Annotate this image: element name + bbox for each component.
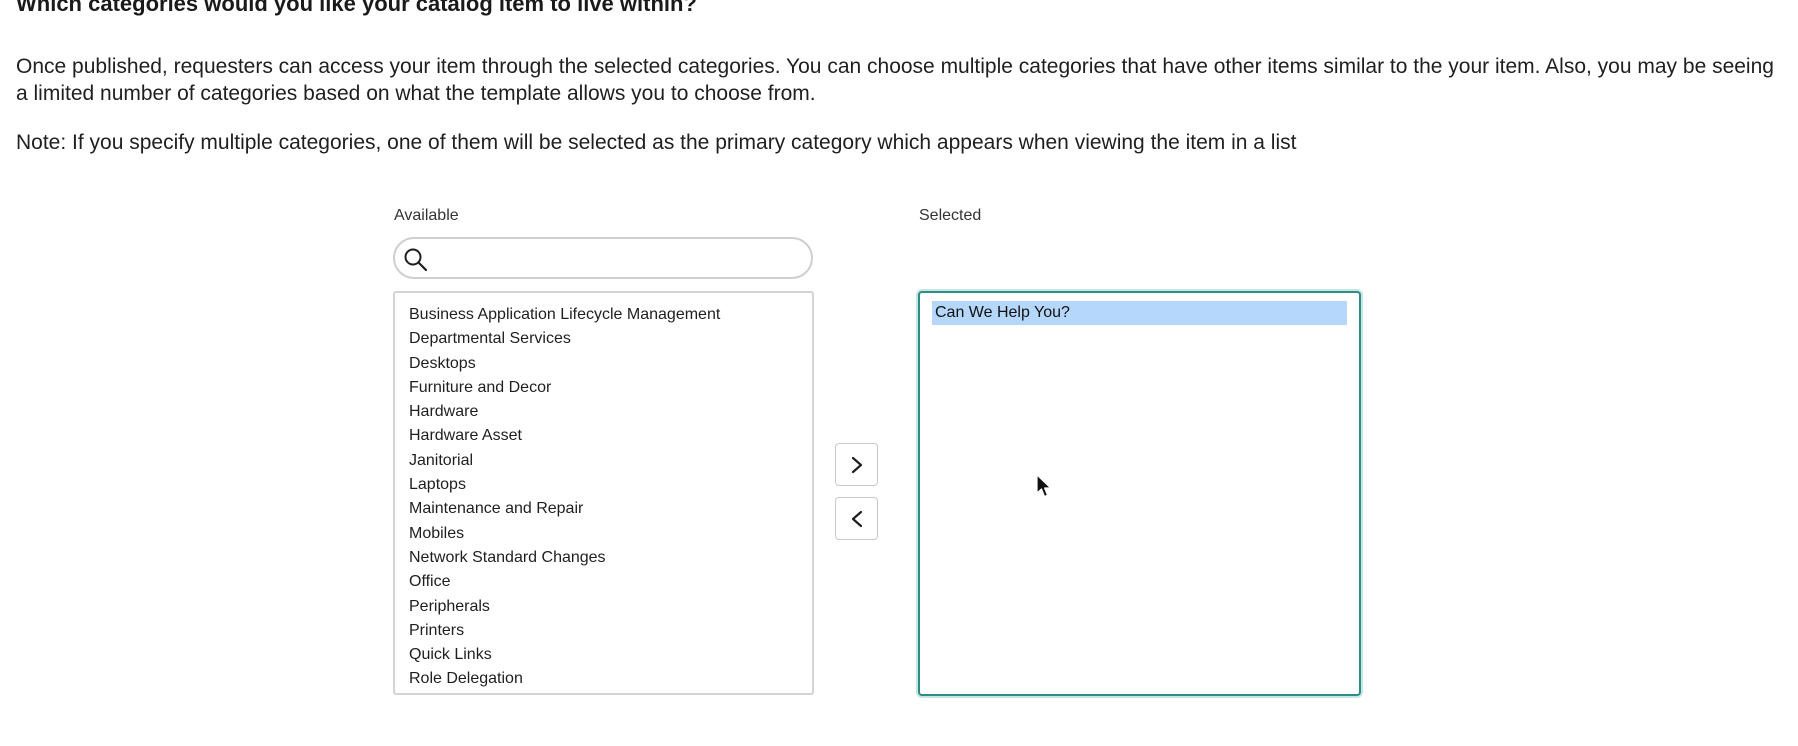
- mouse-pointer-icon: [1036, 474, 1052, 498]
- available-item-printers[interactable]: Printers: [409, 619, 812, 643]
- available-item-peripherals[interactable]: Peripherals: [409, 595, 812, 619]
- selected-item-can-we-help-you[interactable]: Can We Help You?: [932, 301, 1347, 325]
- search-icon: [403, 247, 429, 273]
- available-item-business-application-lifecycle-management[interactable]: Business Application Lifecycle Managemen…: [409, 303, 812, 327]
- chevron-left-icon: [851, 510, 863, 528]
- available-item-office[interactable]: Office: [409, 570, 812, 594]
- available-item-maintenance-and-repair[interactable]: Maintenance and Repair: [409, 497, 812, 521]
- available-item-quick-links[interactable]: Quick Links: [409, 643, 812, 667]
- add-to-selected-button[interactable]: [835, 443, 878, 486]
- primary-category-note: Note: If you specify multiple categories…: [16, 131, 1297, 154]
- available-item-desktops[interactable]: Desktops: [409, 352, 812, 376]
- available-label: Available: [394, 207, 459, 224]
- available-search-box[interactable]: [393, 237, 813, 279]
- available-item-furniture-and-decor[interactable]: Furniture and Decor: [409, 376, 812, 400]
- available-item-departmental-services[interactable]: Departmental Services: [409, 327, 812, 351]
- section-heading: Which categories would you like your cat…: [16, 0, 697, 16]
- category-selection-page: Which categories would you like your cat…: [0, 0, 1798, 746]
- remove-from-selected-button[interactable]: [835, 497, 878, 540]
- available-item-laptops[interactable]: Laptops: [409, 473, 812, 497]
- selected-categories-list[interactable]: Can We Help You?: [918, 291, 1361, 696]
- section-description: Once published, requesters can access yo…: [16, 55, 1774, 105]
- available-item-mobiles[interactable]: Mobiles: [409, 522, 812, 546]
- selected-label: Selected: [919, 207, 982, 224]
- available-item-janitorial[interactable]: Janitorial: [409, 449, 812, 473]
- available-item-network-standard-changes[interactable]: Network Standard Changes: [409, 546, 812, 570]
- available-item-role-delegation[interactable]: Role Delegation: [409, 667, 812, 691]
- available-item-hardware-asset[interactable]: Hardware Asset: [409, 424, 812, 448]
- chevron-right-icon: [851, 456, 863, 474]
- available-item-hardware[interactable]: Hardware: [409, 400, 812, 424]
- available-categories-list[interactable]: Business Application Lifecycle Managemen…: [393, 291, 814, 695]
- available-search-input[interactable]: [437, 243, 801, 275]
